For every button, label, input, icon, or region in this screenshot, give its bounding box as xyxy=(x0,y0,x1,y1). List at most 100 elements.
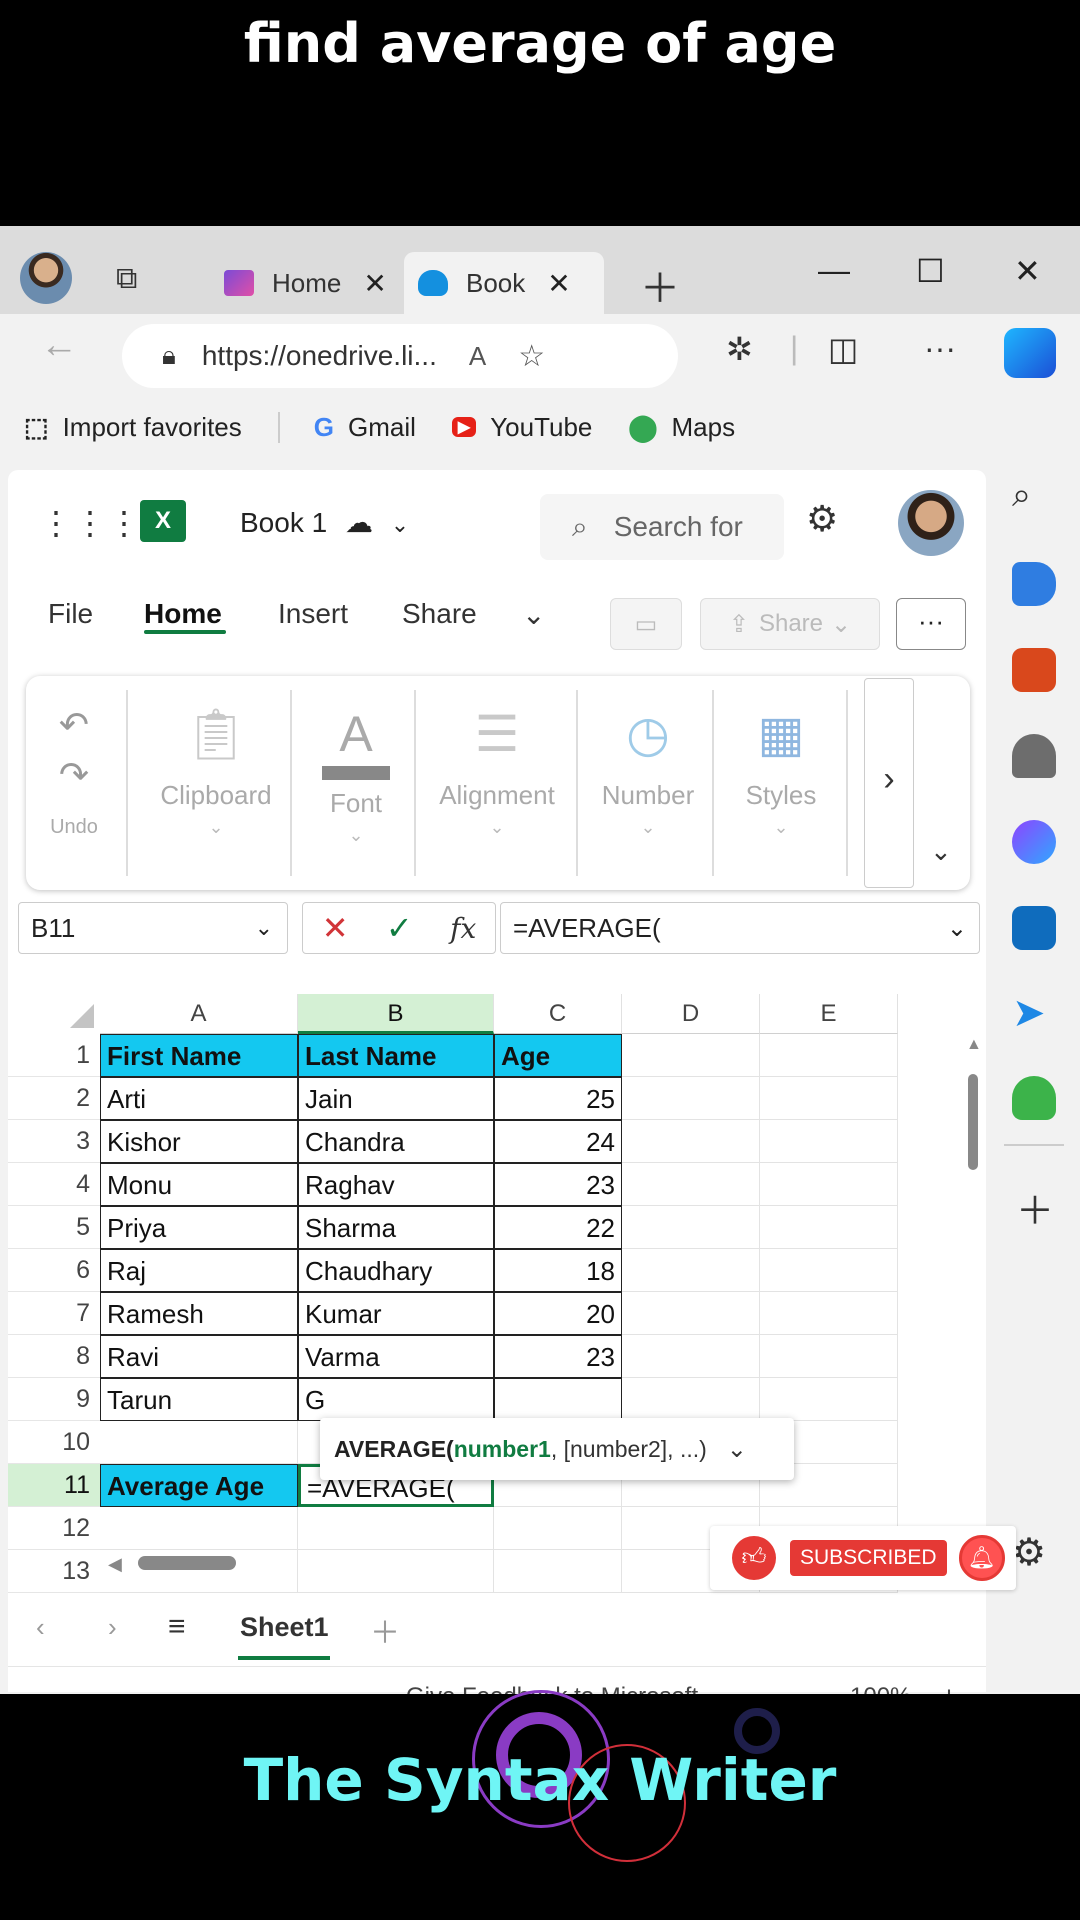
number-group[interactable]: ◷ Number ⌄ xyxy=(582,676,714,890)
font-group[interactable]: A Font ⌄ xyxy=(298,676,414,890)
cell[interactable] xyxy=(494,1378,622,1421)
cell[interactable] xyxy=(760,1163,898,1206)
row-header[interactable]: 8 xyxy=(8,1335,100,1378)
cell[interactable]: Ravi xyxy=(100,1335,298,1378)
cell[interactable] xyxy=(622,1206,760,1249)
cell[interactable]: 25 xyxy=(494,1077,622,1120)
cell[interactable] xyxy=(760,1206,898,1249)
cell[interactable]: Chandra xyxy=(298,1120,494,1163)
row-header[interactable]: 9 xyxy=(8,1378,100,1421)
send-icon[interactable]: ➤ xyxy=(1012,990,1046,1036)
cell[interactable]: 24 xyxy=(494,1120,622,1163)
all-sheets-menu-icon[interactable]: ≡ xyxy=(168,1610,186,1644)
menu-more-chevron-icon[interactable]: ⌄ xyxy=(522,598,545,631)
clipboard-group[interactable]: 📋︎ Clipboard ⌄ xyxy=(136,676,296,890)
settings-gear-icon[interactable]: ⚙ xyxy=(1012,1530,1046,1575)
cell[interactable]: 18 xyxy=(494,1249,622,1292)
cell[interactable]: First Name xyxy=(100,1034,298,1077)
cell[interactable] xyxy=(760,1120,898,1163)
workbook-title[interactable]: Book 1 ☁ ⌄ xyxy=(240,506,409,539)
cell[interactable] xyxy=(622,1034,760,1077)
cell[interactable] xyxy=(760,1249,898,1292)
back-arrow-icon[interactable]: ← xyxy=(40,324,78,367)
cell[interactable]: Priya xyxy=(100,1206,298,1249)
sheet-tab-sheet1[interactable]: Sheet1 xyxy=(240,1612,329,1643)
favorite-star-icon[interactable]: ☆ xyxy=(518,339,545,374)
cell[interactable] xyxy=(494,1550,622,1593)
tab-book[interactable]: Book ✕ xyxy=(404,252,604,314)
tab-home[interactable]: Home ✕ xyxy=(210,252,396,314)
cell[interactable]: Raj xyxy=(100,1249,298,1292)
redo-icon[interactable]: ↷ xyxy=(26,754,122,796)
close-window-icon[interactable]: ✕ xyxy=(1014,252,1041,290)
cell[interactable]: Age xyxy=(494,1034,622,1077)
extensions-icon[interactable]: ✲ xyxy=(726,330,753,368)
scroll-left-icon[interactable]: ◀ xyxy=(108,1554,122,1575)
cell[interactable] xyxy=(622,1335,760,1378)
search-icon[interactable]: ⌕ xyxy=(1012,476,1031,515)
shopping-tag-icon[interactable] xyxy=(1012,562,1056,606)
cell[interactable] xyxy=(760,1335,898,1378)
games-icon[interactable] xyxy=(1012,734,1056,778)
minimize-icon[interactable]: — xyxy=(818,252,850,289)
cell[interactable] xyxy=(760,1034,898,1077)
cell[interactable]: Arti xyxy=(100,1077,298,1120)
cell[interactable] xyxy=(494,1507,622,1550)
cell[interactable] xyxy=(100,1507,298,1550)
row-header[interactable]: 10 xyxy=(8,1421,100,1464)
cell[interactable]: Ramesh xyxy=(100,1292,298,1335)
cell[interactable] xyxy=(298,1507,494,1550)
function-tooltip[interactable]: AVERAGE(number1, [number2], ...) ⌄ xyxy=(320,1418,794,1480)
maximize-icon[interactable]: ☐ xyxy=(916,252,945,290)
cell[interactable] xyxy=(622,1120,760,1163)
row-header[interactable]: 3 xyxy=(8,1120,100,1163)
row-header[interactable]: 13 xyxy=(8,1550,100,1593)
cell[interactable]: Chaudhary xyxy=(298,1249,494,1292)
copilot-icon[interactable] xyxy=(1004,328,1056,378)
cell[interactable]: G xyxy=(298,1378,494,1421)
account-avatar[interactable] xyxy=(898,490,964,556)
fav-import[interactable]: ⬚ Import favorites xyxy=(24,412,242,443)
chevron-down-icon[interactable]: ⌄ xyxy=(727,1435,747,1464)
horizontal-scroll-thumb[interactable] xyxy=(138,1556,236,1570)
add-icon[interactable]: ＋ xyxy=(1016,1180,1054,1235)
styles-group[interactable]: ▦ Styles ⌄ xyxy=(720,676,842,890)
select-all-corner[interactable] xyxy=(8,994,100,1034)
cell[interactable]: Raghav xyxy=(298,1163,494,1206)
fav-youtube[interactable]: ▶ YouTube xyxy=(451,412,592,443)
row-header[interactable]: 1 xyxy=(8,1034,100,1077)
fav-gmail[interactable]: G Gmail xyxy=(277,411,416,443)
vertical-scrollbar[interactable]: ▲ ▼ xyxy=(964,1034,982,1561)
row-header[interactable]: 5 xyxy=(8,1206,100,1249)
menu-insert[interactable]: Insert xyxy=(278,598,348,630)
cell[interactable]: 20 xyxy=(494,1292,622,1335)
chevron-down-icon[interactable]: ⌄ xyxy=(255,915,273,941)
row-header[interactable]: 12 xyxy=(8,1507,100,1550)
add-sheet-icon[interactable]: ＋ xyxy=(370,1608,400,1652)
row-header[interactable]: 6 xyxy=(8,1249,100,1292)
cell[interactable]: 23 xyxy=(494,1335,622,1378)
cell[interactable] xyxy=(622,1163,760,1206)
row-header[interactable]: 7 xyxy=(8,1292,100,1335)
prev-sheet-icon[interactable]: ‹ xyxy=(36,1612,45,1643)
cell[interactable]: Monu xyxy=(100,1163,298,1206)
insert-function-icon[interactable]: fx xyxy=(450,912,476,945)
ribbon-next-icon[interactable]: › xyxy=(864,678,914,888)
copilot-app-icon[interactable] xyxy=(1012,820,1056,864)
column-header-e[interactable]: E xyxy=(760,994,898,1034)
tree-icon[interactable] xyxy=(1012,1076,1056,1120)
split-screen-icon[interactable]: ◫ xyxy=(828,330,858,368)
cell[interactable]: Last Name xyxy=(298,1034,494,1077)
cell[interactable] xyxy=(100,1421,298,1464)
menu-share[interactable]: Share xyxy=(402,598,477,630)
comments-icon[interactable]: ▭ xyxy=(610,598,682,650)
cell[interactable] xyxy=(760,1292,898,1335)
cell[interactable]: Tarun xyxy=(100,1378,298,1421)
cell[interactable]: 23 xyxy=(494,1163,622,1206)
formula-input[interactable]: =AVERAGE( ⌄ xyxy=(500,902,980,954)
cell[interactable] xyxy=(622,1077,760,1120)
expand-formula-icon[interactable]: ⌄ xyxy=(947,914,967,943)
cell[interactable] xyxy=(760,1077,898,1120)
share-button[interactable]: ⇪ Share ⌄ xyxy=(700,598,880,650)
menu-home[interactable]: Home xyxy=(144,598,222,630)
